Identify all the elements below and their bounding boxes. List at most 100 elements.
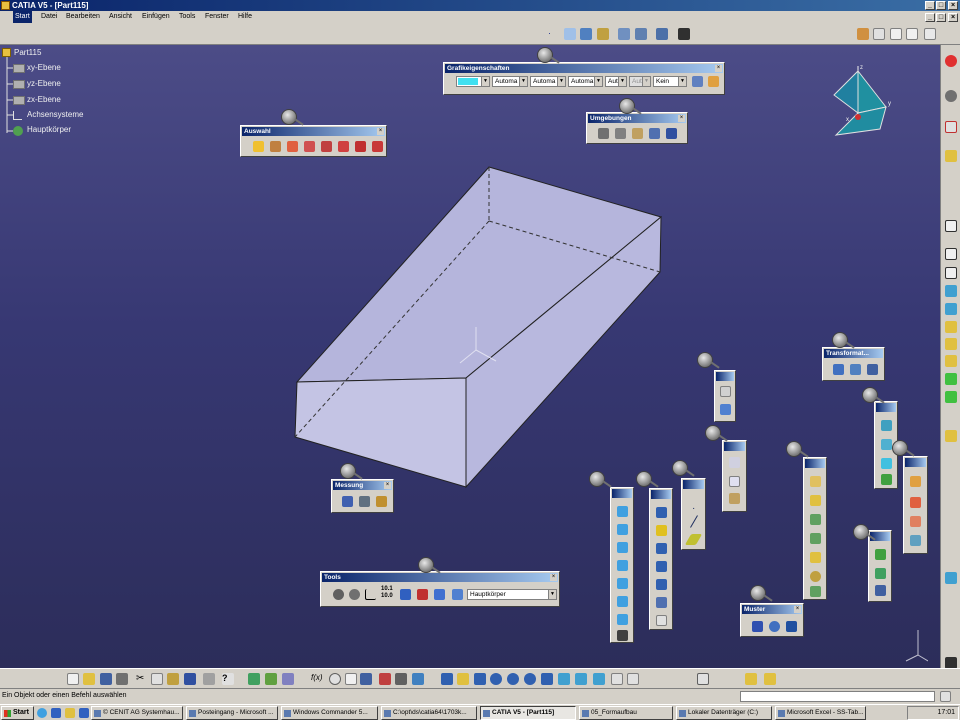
menu-ansicht[interactable]: Ansicht	[109, 11, 132, 23]
palette-grafikeigenschaften[interactable]: Grafikeigenschaften × ▼ Automa ▼ Automa ▼ …	[443, 62, 725, 95]
task-catia-folder[interactable]: C:\opt\ds\catia64\1703k...	[381, 706, 477, 720]
shaft-icon[interactable]	[617, 542, 628, 553]
pad-icon[interactable]	[617, 506, 628, 517]
transform-tool-icon[interactable]	[945, 572, 957, 584]
palette-vertical-d[interactable]	[903, 456, 928, 554]
line-weight-dropdown[interactable]: Automa ▼	[530, 76, 566, 87]
line-type-dropdown[interactable]: Automa ▼	[568, 76, 603, 87]
palette-vertical-e[interactable]	[868, 530, 892, 602]
close-surface-icon[interactable]	[810, 514, 821, 525]
measure-between-icon[interactable]	[342, 496, 353, 507]
remove-face-icon[interactable]	[810, 552, 821, 563]
positioned-sketch-icon[interactable]	[945, 267, 957, 279]
groove-icon[interactable]	[617, 560, 628, 571]
select-paint-icon[interactable]	[338, 141, 349, 152]
power-copy-icon[interactable]	[875, 585, 886, 596]
thickness-tool-icon[interactable]	[945, 391, 957, 403]
gears-icon[interactable]	[615, 128, 626, 139]
law-icon[interactable]	[379, 673, 391, 685]
task-windows-commander[interactable]: Windows Commander 5...	[281, 706, 378, 720]
draft-tool-icon[interactable]	[945, 355, 957, 367]
close-icon[interactable]: ×	[550, 574, 557, 581]
shading-icon[interactable]	[248, 673, 260, 685]
boolean-add-icon[interactable]	[910, 497, 921, 508]
assemble-icon[interactable]	[910, 476, 921, 487]
spline-icon[interactable]	[564, 28, 576, 40]
cut-icon[interactable]: ✂	[136, 673, 148, 685]
select-icon[interactable]	[945, 150, 957, 162]
palette-muster[interactable]: Muster ×	[740, 603, 804, 637]
fillet-icon[interactable]	[656, 507, 667, 518]
table-icon[interactable]	[906, 28, 918, 40]
lock-icon[interactable]	[395, 673, 407, 685]
help-query-icon[interactable]: ?	[222, 673, 234, 685]
thick-surface-icon[interactable]	[810, 495, 821, 506]
dimension-icon[interactable]	[729, 493, 740, 504]
boolean-icon[interactable]	[720, 404, 731, 415]
menu-start[interactable]: Start	[13, 11, 32, 23]
painter-icon[interactable]	[708, 76, 719, 87]
add-icon[interactable]	[881, 420, 892, 431]
command-option-icon[interactable]	[940, 691, 951, 702]
zoom-out-icon[interactable]	[524, 673, 536, 685]
task-formaufbau[interactable]: 05_Formaufbau	[579, 706, 673, 720]
split-tool-icon[interactable]	[945, 430, 957, 442]
shading-mode-icon[interactable]	[593, 673, 605, 685]
desktop-icon[interactable]	[51, 708, 61, 718]
palette-messung[interactable]: Messung ×	[331, 479, 394, 513]
paste-icon[interactable]	[167, 673, 179, 685]
palette-reference-elements[interactable]: ·	[681, 478, 706, 550]
task-cenit[interactable]: © CENIT AG Systemhau...	[91, 706, 183, 720]
grid-spacing-2[interactable]: 10.0	[381, 593, 393, 599]
slot-icon[interactable]	[617, 614, 628, 625]
palette-surface-based[interactable]	[803, 457, 827, 600]
palette-vertical-b[interactable]	[714, 370, 736, 422]
help-icon[interactable]	[656, 615, 667, 626]
close-icon[interactable]: ×	[715, 65, 722, 72]
chamfer-tool-icon[interactable]	[945, 338, 957, 350]
explorer-icon[interactable]	[65, 708, 75, 718]
doc-restore-button[interactable]: □	[936, 13, 946, 22]
task-catia[interactable]: CATIA V5 - [Part115]	[480, 706, 576, 720]
catia-app-icon[interactable]	[1, 1, 10, 10]
swap-space-icon[interactable]	[627, 673, 639, 685]
maximize-button[interactable]: □	[936, 1, 946, 10]
shell-tool-icon[interactable]	[945, 373, 957, 385]
scene-icon[interactable]	[282, 673, 294, 685]
exit-icon[interactable]	[945, 55, 957, 67]
render-icon[interactable]	[265, 673, 277, 685]
profile-icon[interactable]	[945, 248, 957, 260]
instantiate-icon[interactable]	[875, 568, 886, 579]
feature-tool-icon[interactable]	[875, 549, 886, 560]
menu-datei[interactable]: Datei	[41, 11, 57, 23]
ie-icon[interactable]	[37, 708, 47, 718]
select-outside-icon[interactable]	[372, 141, 383, 152]
split-icon[interactable]	[810, 476, 821, 487]
rule-check-icon[interactable]	[412, 673, 424, 685]
intersect-icon[interactable]	[881, 458, 892, 469]
point-icon[interactable]: ·	[548, 28, 560, 40]
menu-hilfe[interactable]: Hilfe	[238, 11, 252, 23]
select-trap-icon[interactable]	[270, 141, 281, 152]
task-excel[interactable]: Microsoft Excel - SS-Tab...	[775, 706, 866, 720]
hide-show-icon[interactable]	[611, 673, 623, 685]
surface-ops-icon[interactable]	[810, 586, 821, 597]
new-file-icon[interactable]	[67, 673, 79, 685]
minimize-button[interactable]: _	[925, 1, 935, 10]
outlook-quick-icon[interactable]	[79, 708, 89, 718]
workbench-icon[interactable]	[945, 121, 957, 133]
sketch-icon[interactable]	[618, 28, 630, 40]
close-button[interactable]: ×	[948, 1, 958, 10]
palette-vertical-c[interactable]	[722, 440, 747, 512]
save-icon[interactable]	[100, 673, 112, 685]
table-view-icon[interactable]	[360, 673, 372, 685]
close-icon[interactable]: ×	[678, 115, 685, 122]
rect-pattern-icon[interactable]	[752, 621, 763, 632]
circ-pattern-icon[interactable]	[769, 621, 780, 632]
select-free-icon[interactable]	[304, 141, 315, 152]
zoom-in-icon[interactable]	[507, 673, 519, 685]
redo-icon[interactable]	[203, 673, 215, 685]
rib-icon[interactable]	[617, 596, 628, 607]
point-ref-icon[interactable]: ·	[692, 503, 695, 514]
iso-view-icon[interactable]	[575, 673, 587, 685]
